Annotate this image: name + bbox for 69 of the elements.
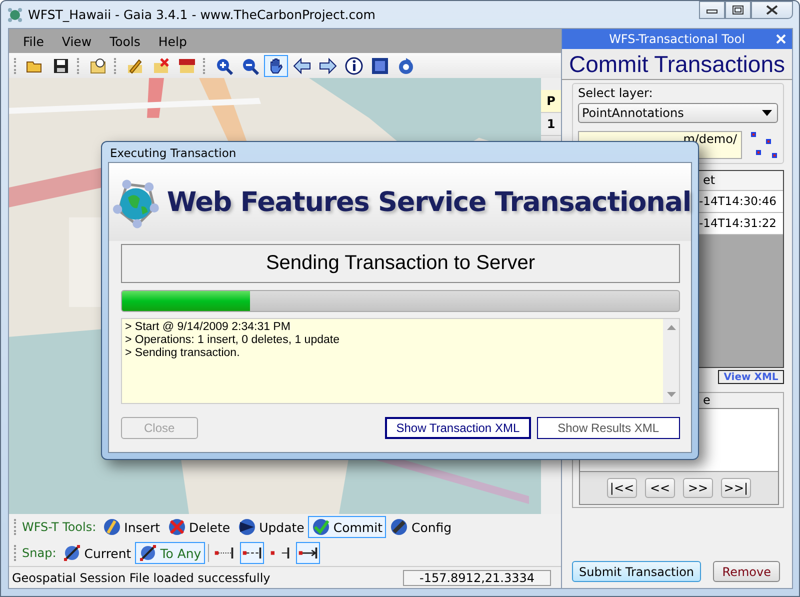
panel-heading: Commit Transactions [562, 49, 792, 80]
snap-mode-button[interactable] [296, 542, 320, 564]
snap-mode-icon [241, 545, 264, 561]
pager-button[interactable]: << [645, 478, 675, 498]
info-icon [345, 56, 363, 74]
pencil-icon [126, 56, 144, 74]
side-tab[interactable]: P [541, 90, 561, 113]
forward-icon [319, 56, 337, 74]
status-message: Geospatial Session File loaded successfully [12, 570, 270, 584]
status-heading: Sending Transaction to Server [121, 244, 680, 283]
snap-mode-icon [213, 545, 236, 561]
field-label: Select layer: [578, 86, 653, 100]
delete-icon [168, 518, 186, 536]
remove-button[interactable]: Remove [713, 561, 780, 582]
refresh-icon [397, 56, 415, 74]
pager-button[interactable]: |<< [607, 478, 637, 498]
snap-mode-icon [297, 545, 320, 561]
scroll-down-icon [666, 392, 676, 397]
dialog-button[interactable]: Show Results XML [536, 417, 680, 439]
menu-item[interactable]: Help [150, 34, 197, 48]
close-button[interactable] [751, 1, 793, 19]
snap-mode-button[interactable] [240, 542, 264, 564]
group-title: e [703, 393, 710, 407]
menu-item[interactable]: View [54, 34, 102, 48]
dialog-button[interactable]: Show Transaction XML [385, 417, 531, 439]
commit-button[interactable]: Commit [308, 516, 386, 538]
layer-dropdown[interactable]: PointAnnotations [578, 103, 778, 123]
zoom-out-icon [241, 56, 259, 74]
commit-icon [312, 518, 330, 536]
delete-button[interactable]: Delete [164, 516, 234, 538]
points-icon [750, 131, 778, 159]
restore-icon [732, 5, 744, 15]
dialog-title: Executing Transaction [109, 145, 238, 162]
window-title: WFST_Hawaii - Gaia 3.4.1 - www.TheCarbonProject.com [28, 7, 376, 22]
side-tab[interactable]: 1 [541, 113, 561, 136]
minimize-button[interactable] [699, 1, 725, 19]
close-icon [765, 5, 779, 15]
insert-icon [103, 518, 122, 536]
log-line: > Operations: 1 insert, 0 deletes, 1 update [125, 334, 340, 347]
erase-icon [152, 56, 170, 74]
scrollbar[interactable] [663, 319, 679, 403]
log-line: > Sending transaction. [125, 347, 241, 360]
dropdown-arrow-icon [762, 110, 772, 116]
log-line: > Start @ 9/14/2009 2:34:31 PM [125, 321, 292, 334]
view-xml-button[interactable]: View XML [718, 370, 784, 384]
maximize-button[interactable] [725, 1, 751, 19]
select-icon [89, 56, 107, 74]
submit-transaction-button[interactable]: Submit Transaction [572, 561, 702, 582]
pager-button[interactable]: >> [683, 478, 713, 498]
update-button[interactable]: Update [234, 516, 308, 538]
panel-title: WFS-Transactional Tool [609, 32, 745, 46]
back-icon [293, 56, 311, 74]
pan-tool[interactable] [264, 54, 288, 76]
config-button[interactable]: Config [386, 516, 456, 538]
scroll-up-icon [666, 325, 676, 330]
zoom-in-icon [215, 56, 233, 74]
save-icon [52, 56, 70, 74]
insert-button[interactable]: Insert [99, 516, 164, 538]
coordinates-readout: -157.8912,21.3334 [403, 570, 551, 586]
toolbar-label: WFS-T Tools: [22, 520, 96, 534]
menu-item[interactable]: File [15, 34, 54, 48]
menu-item[interactable]: Tools [102, 34, 150, 48]
snap-mode-icon [269, 545, 292, 561]
app-logo-icon [7, 6, 23, 22]
toolbar-label: Snap: [22, 546, 56, 560]
snap-button[interactable]: To Any [135, 542, 206, 564]
close-icon[interactable] [776, 34, 786, 44]
snap-button[interactable]: Current [59, 542, 136, 564]
pager-button[interactable]: >>| [721, 478, 751, 498]
